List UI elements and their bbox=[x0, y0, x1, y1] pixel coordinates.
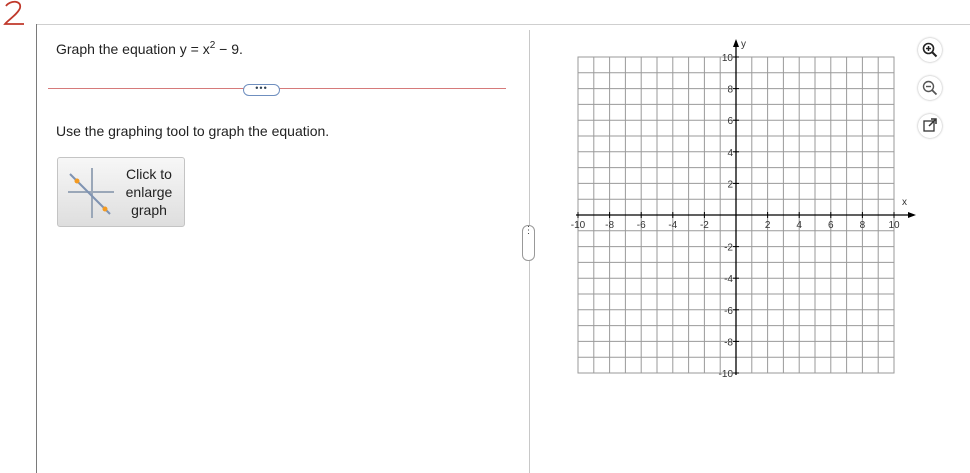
x-tick-label: -2 bbox=[700, 220, 709, 231]
coordinate-grid[interactable]: -10 -8 -6 -4 -2 2 4 6 8 10 10 8 6 4 2 -2 -4 -6 -8 -10 x y bbox=[560, 34, 920, 379]
corner-mark-2 bbox=[3, 0, 24, 25]
x-axis-label: x bbox=[902, 197, 907, 208]
popout-icon bbox=[923, 118, 937, 132]
y-tick-label: -10 bbox=[719, 369, 734, 379]
graph-thumbnail-icon bbox=[68, 168, 114, 218]
zoom-in-icon bbox=[922, 42, 938, 58]
y-axis-arrow bbox=[733, 39, 739, 47]
y-axis-label: y bbox=[741, 39, 746, 50]
zoom-out-button[interactable] bbox=[918, 76, 942, 100]
x-tick-label: -4 bbox=[668, 220, 677, 231]
y-tick-label: 6 bbox=[727, 116, 733, 127]
y-tick-label: 8 bbox=[727, 85, 733, 96]
y-tick-label: 4 bbox=[727, 148, 733, 159]
zoom-in-button[interactable] bbox=[918, 38, 942, 62]
x-tick-label: 4 bbox=[796, 220, 802, 231]
y-tick-label: 10 bbox=[722, 53, 734, 64]
popout-button[interactable] bbox=[918, 114, 942, 138]
x-tick-label: 6 bbox=[828, 220, 834, 231]
question-text: Graph the equation y = x2 − 9. bbox=[56, 40, 243, 57]
pane-resize-handle[interactable]: ⋮ bbox=[522, 225, 535, 261]
question-prefix: Graph the equation y = x bbox=[56, 41, 210, 57]
x-tick-label: -6 bbox=[637, 220, 646, 231]
enlarge-label-line2: enlarge bbox=[125, 184, 173, 200]
instruction-text: Use the graphing tool to graph the equat… bbox=[56, 123, 330, 139]
x-tick-label: 10 bbox=[888, 220, 900, 231]
question-suffix: − 9. bbox=[215, 41, 243, 57]
enlarge-label-line3: graph bbox=[131, 202, 167, 218]
enlarge-button-label: Click to enlarge graph bbox=[120, 165, 178, 219]
x-tick-label: 8 bbox=[860, 220, 866, 231]
x-tick-label: 2 bbox=[765, 220, 771, 231]
enlarge-label-line1: Click to bbox=[126, 166, 172, 182]
y-tick-label: -4 bbox=[724, 274, 733, 285]
x-axis-arrow bbox=[908, 212, 916, 218]
zoom-out-icon bbox=[922, 80, 938, 96]
x-tick-label: -8 bbox=[605, 220, 614, 231]
x-tick-label: -10 bbox=[571, 220, 586, 231]
y-tick-label: -6 bbox=[724, 306, 733, 317]
top-rule bbox=[36, 24, 970, 25]
y-tick-label: 2 bbox=[727, 179, 733, 190]
left-rule bbox=[36, 24, 37, 473]
more-button[interactable]: ••• bbox=[243, 84, 280, 96]
y-tick-label: -8 bbox=[724, 337, 733, 348]
enlarge-graph-button[interactable]: Click to enlarge graph bbox=[57, 157, 185, 227]
y-tick-label: -2 bbox=[724, 243, 733, 254]
